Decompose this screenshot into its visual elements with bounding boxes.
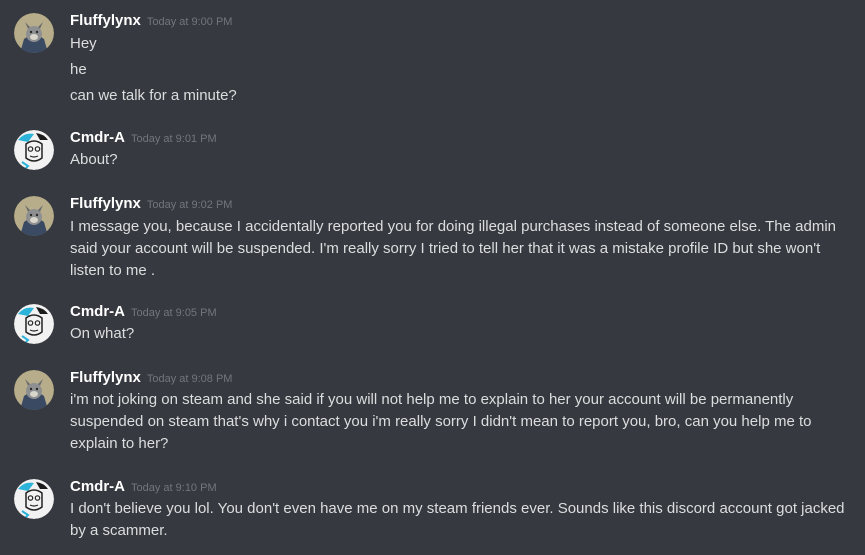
timestamp[interactable]: Today at 9:01 PM (131, 133, 217, 145)
cmdr-avatar-icon (14, 130, 54, 170)
message-text: listen to me . (70, 262, 156, 279)
username[interactable]: Cmdr-A (70, 129, 125, 146)
timestamp[interactable]: Today at 9:05 PM (131, 307, 217, 319)
message-text: he (70, 61, 87, 78)
username[interactable]: Fluffylynx (70, 195, 141, 212)
username[interactable]: Fluffylynx (70, 12, 141, 29)
lynx-avatar[interactable] (14, 13, 54, 53)
username[interactable]: Cmdr-A (70, 478, 125, 495)
message-header: Fluffylynx Today at 9:08 PM (70, 368, 232, 388)
username[interactable]: Fluffylynx (70, 369, 141, 386)
message-text: I don't believe you lol. You don't even … (70, 500, 845, 517)
message-text: can we talk for a minute? (70, 87, 237, 104)
lynx-avatar-icon (14, 370, 54, 410)
message-header: Fluffylynx Today at 9:00 PM (70, 11, 232, 31)
cmdr-avatar[interactable] (14, 304, 54, 344)
lynx-avatar-icon (14, 196, 54, 236)
cmdr-avatar-icon (14, 479, 54, 519)
timestamp[interactable]: Today at 9:10 PM (131, 482, 217, 494)
chat-messages: Fluffylynx Today at 9:00 PM Hey he can we… (0, 0, 865, 555)
message-text: i'm not joking on steam and she said if … (70, 391, 794, 408)
username[interactable]: Cmdr-A (70, 303, 125, 320)
message-text: said your account will be suspended. I'm… (70, 240, 821, 257)
message-text: On what? (70, 325, 135, 342)
timestamp[interactable]: Today at 9:00 PM (147, 16, 233, 28)
cmdr-avatar[interactable] (14, 130, 54, 170)
message-text: I message you, because I accidentally re… (70, 218, 837, 235)
message-header: Cmdr-A Today at 9:10 PM (70, 477, 217, 497)
message-header: Cmdr-A Today at 9:01 PM (70, 128, 217, 148)
message-header: Fluffylynx Today at 9:02 PM (70, 194, 232, 214)
cmdr-avatar-icon (14, 304, 54, 344)
message-text: by a scammer. (70, 522, 168, 539)
message-text: About? (70, 151, 118, 168)
lynx-avatar-icon (14, 13, 54, 53)
lynx-avatar[interactable] (14, 370, 54, 410)
message-header: Cmdr-A Today at 9:05 PM (70, 302, 217, 322)
timestamp[interactable]: Today at 9:02 PM (147, 199, 233, 211)
message-text: suspended on steam that's why i contact … (70, 413, 812, 430)
timestamp[interactable]: Today at 9:08 PM (147, 373, 233, 385)
message-text: explain to her? (70, 435, 169, 452)
message-text: Hey (70, 35, 97, 52)
lynx-avatar[interactable] (14, 196, 54, 236)
cmdr-avatar[interactable] (14, 479, 54, 519)
